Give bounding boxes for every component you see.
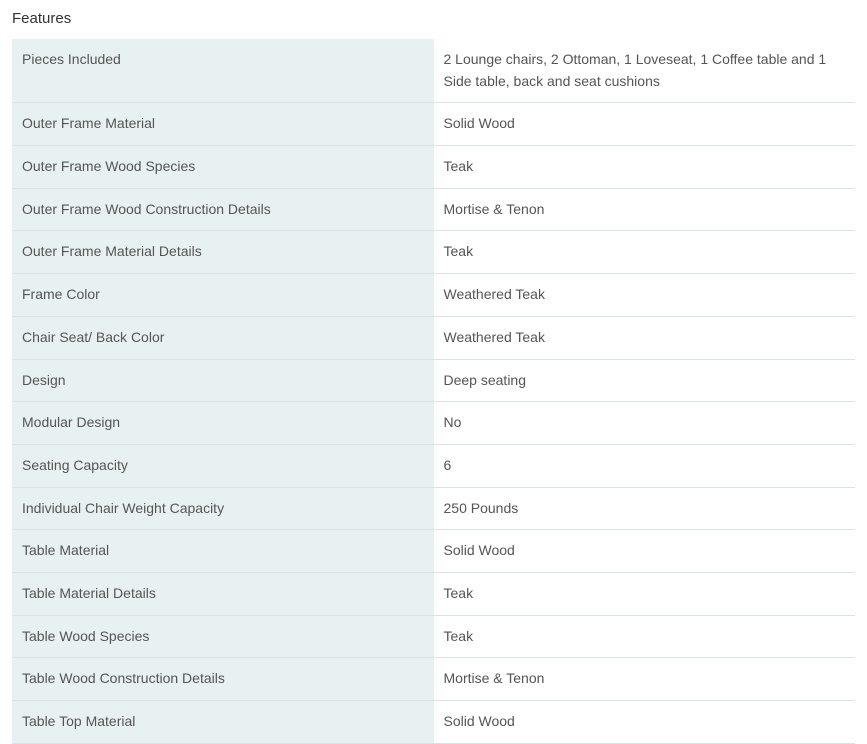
table-row: Table Material DetailsTeak xyxy=(12,572,855,615)
spec-label: Table Wood Species xyxy=(12,615,434,658)
table-row: Table Top MaterialSolid Wood xyxy=(12,701,855,744)
table-row: Seating Capacity6 xyxy=(12,444,855,487)
spec-value: Solid Wood xyxy=(434,530,856,573)
spec-value: Solid Wood xyxy=(434,103,856,146)
table-row: DesignDeep seating xyxy=(12,359,855,402)
spec-label: Pieces Included xyxy=(12,39,434,103)
table-row: Outer Frame Wood Construction DetailsMor… xyxy=(12,188,855,231)
spec-label: Modular Design xyxy=(12,402,434,445)
spec-value: Teak xyxy=(434,146,856,189)
table-row: Individual Chair Weight Capacity250 Poun… xyxy=(12,487,855,530)
table-row: Chair Seat/ Back ColorWeathered Teak xyxy=(12,316,855,359)
spec-value: Teak xyxy=(434,615,856,658)
spec-label: Table Material Details xyxy=(12,572,434,615)
table-row: Outer Frame Wood SpeciesTeak xyxy=(12,146,855,189)
spec-label: Table Top Material xyxy=(12,701,434,744)
spec-label: Outer Frame Material xyxy=(12,103,434,146)
table-row: Outer Frame Material DetailsTeak xyxy=(12,231,855,274)
spec-value: Solid Wood xyxy=(434,701,856,744)
table-row: Pieces Included2 Lounge chairs, 2 Ottoma… xyxy=(12,39,855,103)
spec-label: Chair Seat/ Back Color xyxy=(12,316,434,359)
spec-label: Outer Frame Material Details xyxy=(12,231,434,274)
spec-label: Seating Capacity xyxy=(12,444,434,487)
spec-value: Teak xyxy=(434,231,856,274)
spec-value: Weathered Teak xyxy=(434,274,856,317)
table-row: Table MaterialSolid Wood xyxy=(12,530,855,573)
table-row: Frame ColorWeathered Teak xyxy=(12,274,855,317)
table-row: Outer Frame MaterialSolid Wood xyxy=(12,103,855,146)
spec-label: Design xyxy=(12,359,434,402)
features-table: Pieces Included2 Lounge chairs, 2 Ottoma… xyxy=(12,39,855,744)
section-title: Features xyxy=(0,0,867,39)
spec-value: Weathered Teak xyxy=(434,316,856,359)
spec-value: Mortise & Tenon xyxy=(434,188,856,231)
spec-value: Teak xyxy=(434,572,856,615)
spec-value: Deep seating xyxy=(434,359,856,402)
spec-label: Outer Frame Wood Species xyxy=(12,146,434,189)
spec-label: Table Material xyxy=(12,530,434,573)
spec-value: 2 Lounge chairs, 2 Ottoman, 1 Loveseat, … xyxy=(434,39,856,103)
spec-label: Table Wood Construction Details xyxy=(12,658,434,701)
spec-value: 6 xyxy=(434,444,856,487)
table-row: Table Wood SpeciesTeak xyxy=(12,615,855,658)
spec-value: No xyxy=(434,402,856,445)
table-row: Modular DesignNo xyxy=(12,402,855,445)
spec-value: 250 Pounds xyxy=(434,487,856,530)
spec-label: Frame Color xyxy=(12,274,434,317)
spec-label: Individual Chair Weight Capacity xyxy=(12,487,434,530)
table-row: Table Wood Construction DetailsMortise &… xyxy=(12,658,855,701)
spec-value: Mortise & Tenon xyxy=(434,658,856,701)
spec-label: Outer Frame Wood Construction Details xyxy=(12,188,434,231)
